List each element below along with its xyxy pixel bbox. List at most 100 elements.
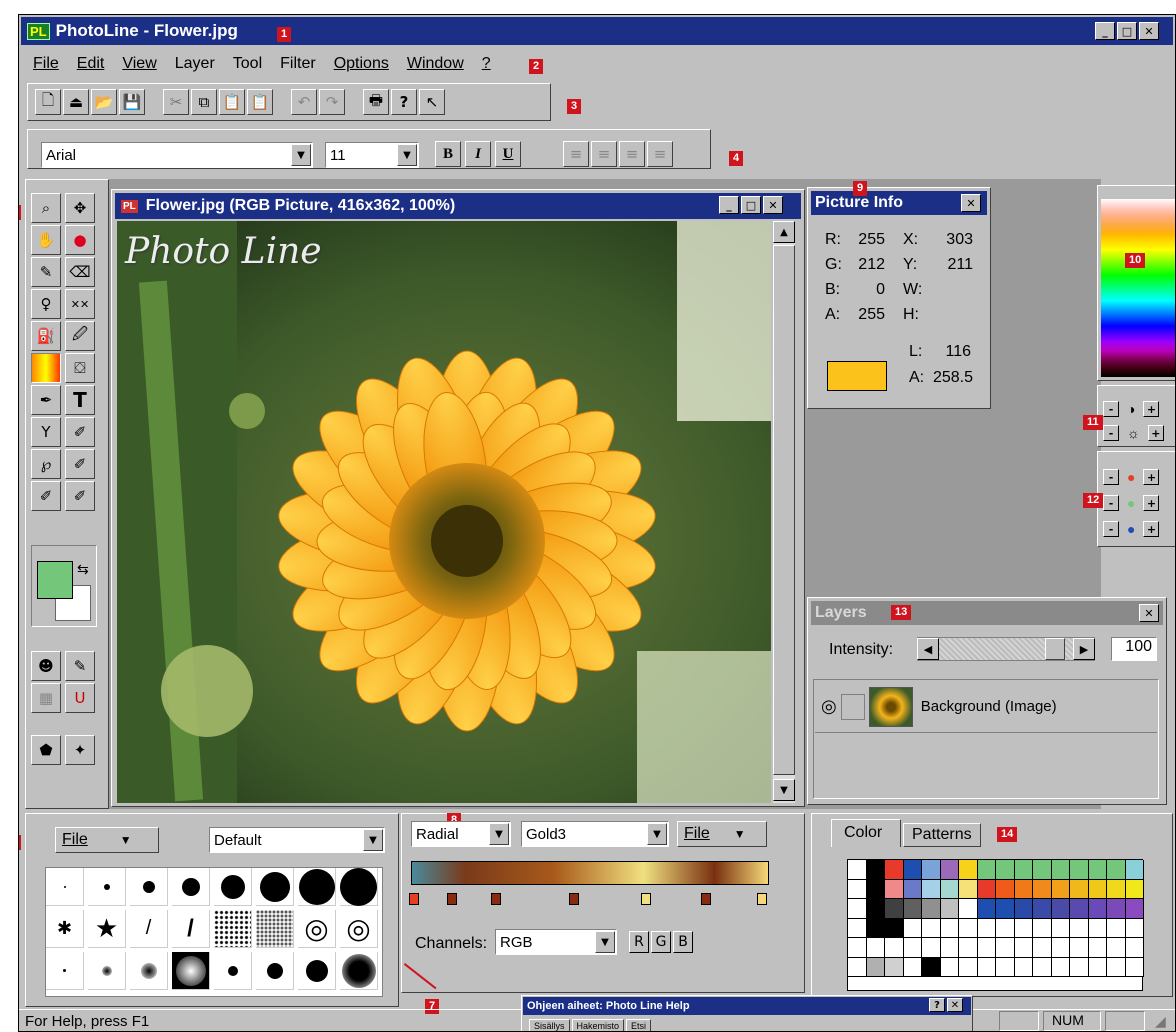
palette-swatch[interactable] xyxy=(1125,957,1144,977)
gradient-type-select[interactable]: Radial ▼ xyxy=(411,821,511,847)
font-size-select[interactable]: 11 ▼ xyxy=(325,142,419,168)
menu-file[interactable]: File xyxy=(33,55,59,77)
palette-swatch[interactable] xyxy=(1051,899,1070,919)
chevron-down-icon[interactable]: ▼ xyxy=(397,144,417,166)
close-icon[interactable]: ✕ xyxy=(961,194,981,212)
palette-swatch[interactable] xyxy=(1107,899,1126,919)
blue-channel-toggle[interactable]: B xyxy=(673,931,693,953)
palette-swatch[interactable] xyxy=(1088,879,1107,899)
brush-6[interactable] xyxy=(256,868,294,906)
justify-icon[interactable]: ≡ xyxy=(647,141,673,167)
palette-swatch[interactable] xyxy=(1033,899,1052,919)
spray-icon[interactable]: ⛽ xyxy=(31,321,61,351)
red-channel-toggle[interactable]: R xyxy=(629,931,649,953)
font-select[interactable]: Arial ▼ xyxy=(41,142,313,168)
help-icon[interactable]: ? xyxy=(391,89,417,115)
palette-swatch[interactable] xyxy=(885,899,904,919)
menu-view[interactable]: View xyxy=(122,55,156,77)
palette-swatch[interactable] xyxy=(1107,957,1126,977)
brush-23[interactable] xyxy=(298,952,336,990)
visibility-icon[interactable]: ◎ xyxy=(821,696,837,717)
bold-button[interactable]: B xyxy=(435,141,461,167)
palette-swatch[interactable] xyxy=(959,899,978,919)
gradient-stop[interactable] xyxy=(757,893,767,905)
brush-19[interactable] xyxy=(130,952,168,990)
menu-tool[interactable]: Tool xyxy=(233,55,262,77)
fill-icon[interactable]: ⛋ xyxy=(65,353,95,383)
brush-preset-select[interactable]: Default ▼ xyxy=(209,827,385,853)
palette-swatch[interactable] xyxy=(866,918,885,938)
green-channel-toggle[interactable]: G xyxy=(651,931,671,953)
palette-swatch[interactable] xyxy=(1051,938,1070,958)
palette-swatch[interactable] xyxy=(922,938,941,958)
palette-swatch[interactable] xyxy=(940,860,959,880)
brush-file-menu[interactable]: File ▼ xyxy=(55,827,159,853)
palette-swatch[interactable] xyxy=(959,860,978,880)
dodge-icon[interactable]: ✐ xyxy=(31,481,61,511)
palette-swatch[interactable] xyxy=(1070,938,1089,958)
palette-swatch[interactable] xyxy=(1088,860,1107,880)
menu-window[interactable]: Window xyxy=(407,55,464,77)
palette-swatch[interactable] xyxy=(903,938,922,958)
palette-swatch[interactable] xyxy=(1051,957,1070,977)
print-icon[interactable]: 🖶 xyxy=(363,89,389,115)
close-icon[interactable]: ✕ xyxy=(763,196,783,214)
gradient-preview[interactable] xyxy=(411,861,769,885)
palette-swatch[interactable] xyxy=(1014,938,1033,958)
help-tab[interactable]: Sisällys xyxy=(529,1019,570,1031)
palette-swatch[interactable] xyxy=(866,879,885,899)
palette-swatch[interactable] xyxy=(1051,860,1070,880)
menu-options[interactable]: Options xyxy=(334,55,389,77)
slider-right-icon[interactable]: ▶ xyxy=(1073,638,1095,660)
palette-swatch[interactable] xyxy=(1033,860,1052,880)
palette-swatch[interactable] xyxy=(959,879,978,899)
layers-title-bar[interactable]: Layers xyxy=(811,601,1163,625)
palette-swatch[interactable] xyxy=(1125,860,1144,880)
palette-swatch[interactable] xyxy=(1033,957,1052,977)
brush-11[interactable]: / xyxy=(130,910,168,948)
minimize-icon[interactable]: _ xyxy=(719,196,739,214)
palette-swatch[interactable] xyxy=(996,918,1015,938)
palette-swatch[interactable] xyxy=(1070,899,1089,919)
palette-swatch[interactable] xyxy=(1125,879,1144,899)
chevron-down-icon[interactable]: ▼ xyxy=(363,829,383,851)
minimize-icon[interactable]: _ xyxy=(1095,22,1115,40)
palette-swatch[interactable] xyxy=(848,860,867,880)
palette-swatch[interactable] xyxy=(1107,879,1126,899)
open-folder-icon[interactable]: 📂 xyxy=(91,89,117,115)
help-tab[interactable]: Etsi xyxy=(626,1019,652,1031)
palette-swatch[interactable] xyxy=(996,899,1015,919)
resize-grip-icon[interactable]: ◢ xyxy=(1155,1013,1166,1030)
new-icon[interactable]: 🗋 xyxy=(35,89,61,115)
palette-swatch[interactable] xyxy=(1125,938,1144,958)
brush-24[interactable] xyxy=(340,952,378,990)
palette-swatch[interactable] xyxy=(1070,957,1089,977)
palette-swatch[interactable] xyxy=(885,957,904,977)
palette-swatch[interactable] xyxy=(848,957,867,977)
brush-4[interactable] xyxy=(172,868,210,906)
palette-swatch[interactable] xyxy=(1014,918,1033,938)
palette-swatch[interactable] xyxy=(940,918,959,938)
palette-swatch[interactable] xyxy=(977,860,996,880)
slider-thumb[interactable] xyxy=(1045,638,1065,660)
undo-icon[interactable]: ↶ xyxy=(291,89,317,115)
palette-swatch[interactable] xyxy=(1088,918,1107,938)
maximize-icon[interactable]: □ xyxy=(741,196,761,214)
brush-icon[interactable]: ✎ xyxy=(31,257,61,287)
layer-row[interactable]: ◎ Background (Image) xyxy=(815,681,1157,733)
close-icon[interactable]: ✕ xyxy=(947,998,963,1012)
brush-12[interactable]: / xyxy=(172,910,210,948)
palette-swatch[interactable] xyxy=(1014,957,1033,977)
gradient-stop[interactable] xyxy=(409,893,419,905)
brush-14[interactable] xyxy=(256,910,294,948)
cut-icon[interactable]: ✂ xyxy=(163,89,189,115)
smudge-icon[interactable]: Y xyxy=(31,417,61,447)
shape-icon[interactable]: ℘ xyxy=(31,449,61,479)
chevron-down-icon[interactable]: ▼ xyxy=(489,823,509,845)
palette-swatch[interactable] xyxy=(1014,899,1033,919)
palette-swatch[interactable] xyxy=(848,879,867,899)
paste-special-icon[interactable]: 📋 xyxy=(247,89,273,115)
palette-swatch[interactable] xyxy=(940,938,959,958)
brush-1[interactable] xyxy=(46,868,84,906)
brush-9[interactable]: ✱ xyxy=(46,910,84,948)
